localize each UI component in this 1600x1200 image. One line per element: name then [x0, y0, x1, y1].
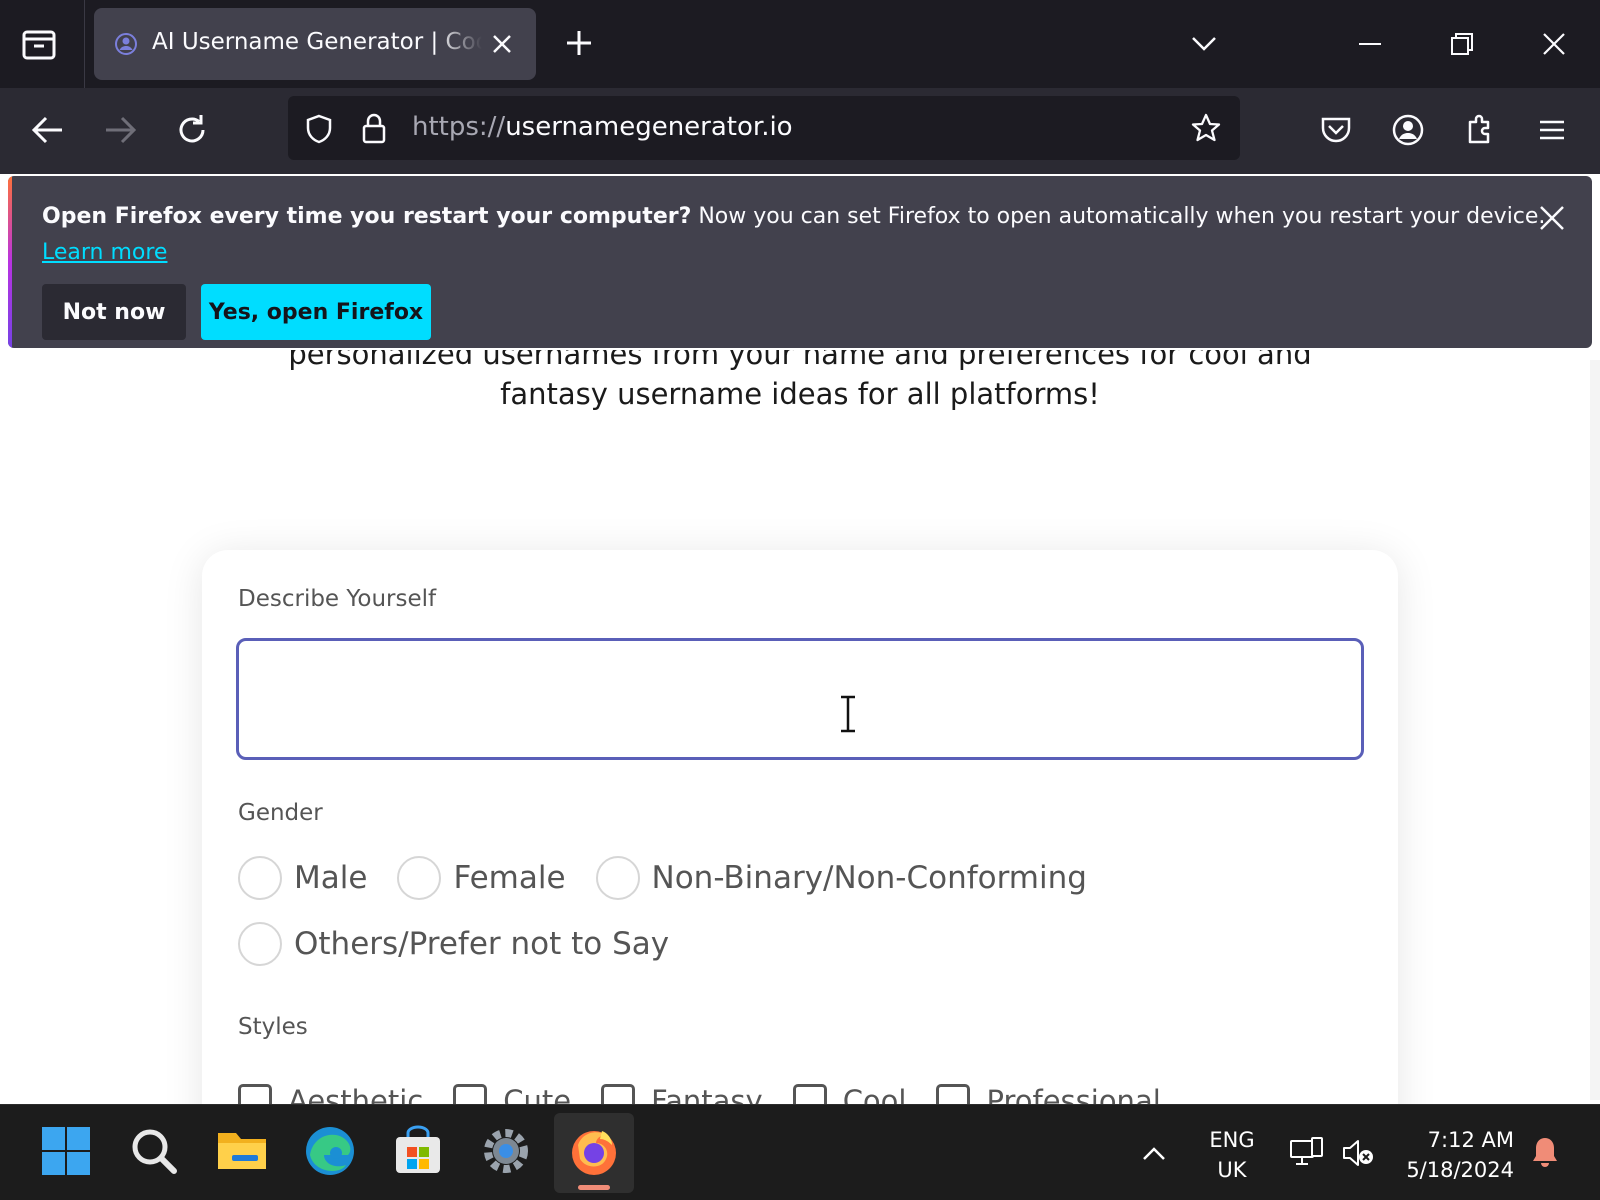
close-notification-icon[interactable] — [1538, 204, 1566, 232]
notification-bold-text: Open Firefox every time you restart your… — [42, 204, 692, 229]
account-icon[interactable] — [1390, 112, 1426, 148]
volume-muted-icon[interactable] — [1340, 1135, 1376, 1171]
radio-button[interactable] — [595, 856, 640, 900]
radio-button[interactable] — [397, 856, 442, 900]
gender-option-male[interactable]: Male — [238, 856, 367, 900]
language-region: UK — [1217, 1158, 1247, 1182]
gender-options-row-1: Male Female Non-Binary/Non-Conforming — [238, 856, 1117, 900]
firefox-icon[interactable] — [566, 1123, 622, 1179]
url-bar[interactable]: https://usernamegenerator.io — [288, 96, 1240, 160]
notification-message: Open Firefox every time you restart your… — [42, 204, 1545, 229]
gender-label: Gender — [238, 800, 323, 826]
style-options-row: Aesthetic Cute Fantasy Cool Professional — [238, 1084, 1191, 1104]
page-scrollbar[interactable] — [1590, 360, 1600, 1100]
styles-label: Styles — [238, 1014, 308, 1040]
close-tab-icon[interactable] — [490, 32, 514, 56]
gender-option-label: Others/Prefer not to Say — [294, 926, 670, 962]
yes-open-firefox-button[interactable]: Yes, open Firefox — [201, 284, 431, 340]
style-option-label: Aesthetic — [288, 1084, 424, 1104]
notification-accent — [8, 176, 12, 348]
active-app-indicator — [578, 1185, 610, 1190]
tab-strip: AI Username Generator | Cool Usernames — [0, 0, 1600, 88]
tab-list-icon[interactable] — [20, 26, 60, 62]
tab-active[interactable]: AI Username Generator | Cool Usernames — [94, 8, 536, 80]
back-arrow-icon[interactable] — [30, 112, 66, 148]
notification-text: Now you can set Firefox to open automati… — [691, 204, 1546, 229]
settings-gear-icon[interactable] — [478, 1123, 534, 1179]
shield-icon[interactable] — [304, 114, 334, 144]
navigation-bar: https://usernamegenerator.io — [0, 88, 1600, 174]
style-option-label: Fantasy — [651, 1084, 763, 1104]
style-option-fantasy[interactable]: Fantasy — [601, 1084, 763, 1104]
pocket-icon[interactable] — [1318, 112, 1354, 148]
bookmark-star-icon[interactable] — [1190, 112, 1222, 144]
style-option-label: Professional — [986, 1084, 1161, 1104]
url-host: usernamegenerator.io — [505, 112, 793, 142]
microsoft-store-icon[interactable] — [390, 1123, 446, 1179]
describe-yourself-input[interactable] — [236, 638, 1364, 760]
site-favicon-icon — [114, 32, 138, 56]
url-scheme: https:// — [412, 112, 506, 142]
intro-text: personalized usernames from your name an… — [200, 350, 1400, 414]
style-option-label: Cute — [503, 1084, 572, 1104]
intro-line-2: fantasy username ideas for all platforms… — [500, 377, 1100, 411]
intro-line-1: personalized usernames from your name an… — [288, 350, 1312, 371]
url-text[interactable]: https://usernamegenerator.io — [412, 112, 793, 142]
windows-start-icon[interactable] — [38, 1123, 94, 1179]
clock-time: 7:12 AM — [1427, 1128, 1514, 1152]
style-option-aesthetic[interactable]: Aesthetic — [238, 1084, 423, 1104]
checkbox[interactable] — [792, 1084, 827, 1104]
gender-option-label: Female — [453, 860, 566, 896]
style-option-professional[interactable]: Professional — [936, 1084, 1161, 1104]
clock[interactable]: 7:12 AM 5/18/2024 — [1390, 1125, 1514, 1185]
radio-button[interactable] — [238, 856, 282, 900]
extensions-icon[interactable] — [1462, 112, 1498, 148]
language-indicator[interactable]: ENG UK — [1200, 1125, 1264, 1185]
checkbox[interactable] — [453, 1084, 488, 1104]
learn-more-link[interactable]: Learn more — [42, 240, 167, 265]
network-icon[interactable] — [1288, 1135, 1324, 1171]
edge-icon[interactable] — [302, 1123, 358, 1179]
gender-options-row-2: Others/Prefer not to Say — [238, 922, 699, 966]
chevron-down-icon[interactable] — [1190, 30, 1218, 58]
restore-icon[interactable] — [1448, 30, 1476, 58]
checkbox[interactable] — [936, 1084, 971, 1104]
describe-yourself-label: Describe Yourself — [238, 586, 437, 612]
new-tab-icon[interactable] — [564, 28, 594, 58]
web-page-content: personalized usernames from your name an… — [0, 350, 1600, 1104]
generator-form-card: Describe Yourself Gender Male Female Non… — [202, 550, 1398, 1104]
tab-title: AI Username Generator | Cool Usernames — [152, 29, 482, 55]
restart-notification-bar: Open Firefox every time you restart your… — [8, 176, 1592, 348]
style-option-cute[interactable]: Cute — [453, 1084, 571, 1104]
lock-icon[interactable] — [360, 112, 388, 144]
menu-icon[interactable] — [1534, 112, 1570, 148]
minimize-icon[interactable] — [1356, 30, 1384, 58]
style-option-cool[interactable]: Cool — [792, 1084, 907, 1104]
language-code: ENG — [1209, 1128, 1255, 1152]
gender-option-others[interactable]: Others/Prefer not to Say — [238, 922, 669, 966]
checkbox[interactable] — [601, 1084, 636, 1104]
windows-taskbar: ENG UK 7:12 AM 5/18/2024 — [0, 1104, 1600, 1200]
text-cursor-icon — [836, 694, 860, 734]
search-icon[interactable] — [126, 1123, 182, 1179]
close-window-icon[interactable] — [1540, 30, 1568, 58]
radio-button[interactable] — [238, 922, 282, 966]
chevron-up-icon[interactable] — [1140, 1141, 1168, 1165]
style-option-label: Cool — [842, 1084, 907, 1104]
file-explorer-icon[interactable] — [214, 1123, 270, 1179]
notification-bell-icon[interactable] — [1530, 1135, 1560, 1169]
not-now-button[interactable]: Not now — [42, 284, 186, 340]
gender-option-female[interactable]: Female — [397, 856, 566, 900]
clock-date: 5/18/2024 — [1406, 1158, 1514, 1182]
checkbox[interactable] — [238, 1084, 272, 1104]
tab-divider — [84, 0, 85, 88]
gender-option-label: Male — [294, 860, 368, 896]
reload-icon[interactable] — [174, 112, 210, 148]
gender-option-label: Non-Binary/Non-Conforming — [651, 860, 1087, 896]
gender-option-non-binary[interactable]: Non-Binary/Non-Conforming — [595, 856, 1087, 900]
forward-arrow-icon[interactable] — [102, 112, 138, 148]
